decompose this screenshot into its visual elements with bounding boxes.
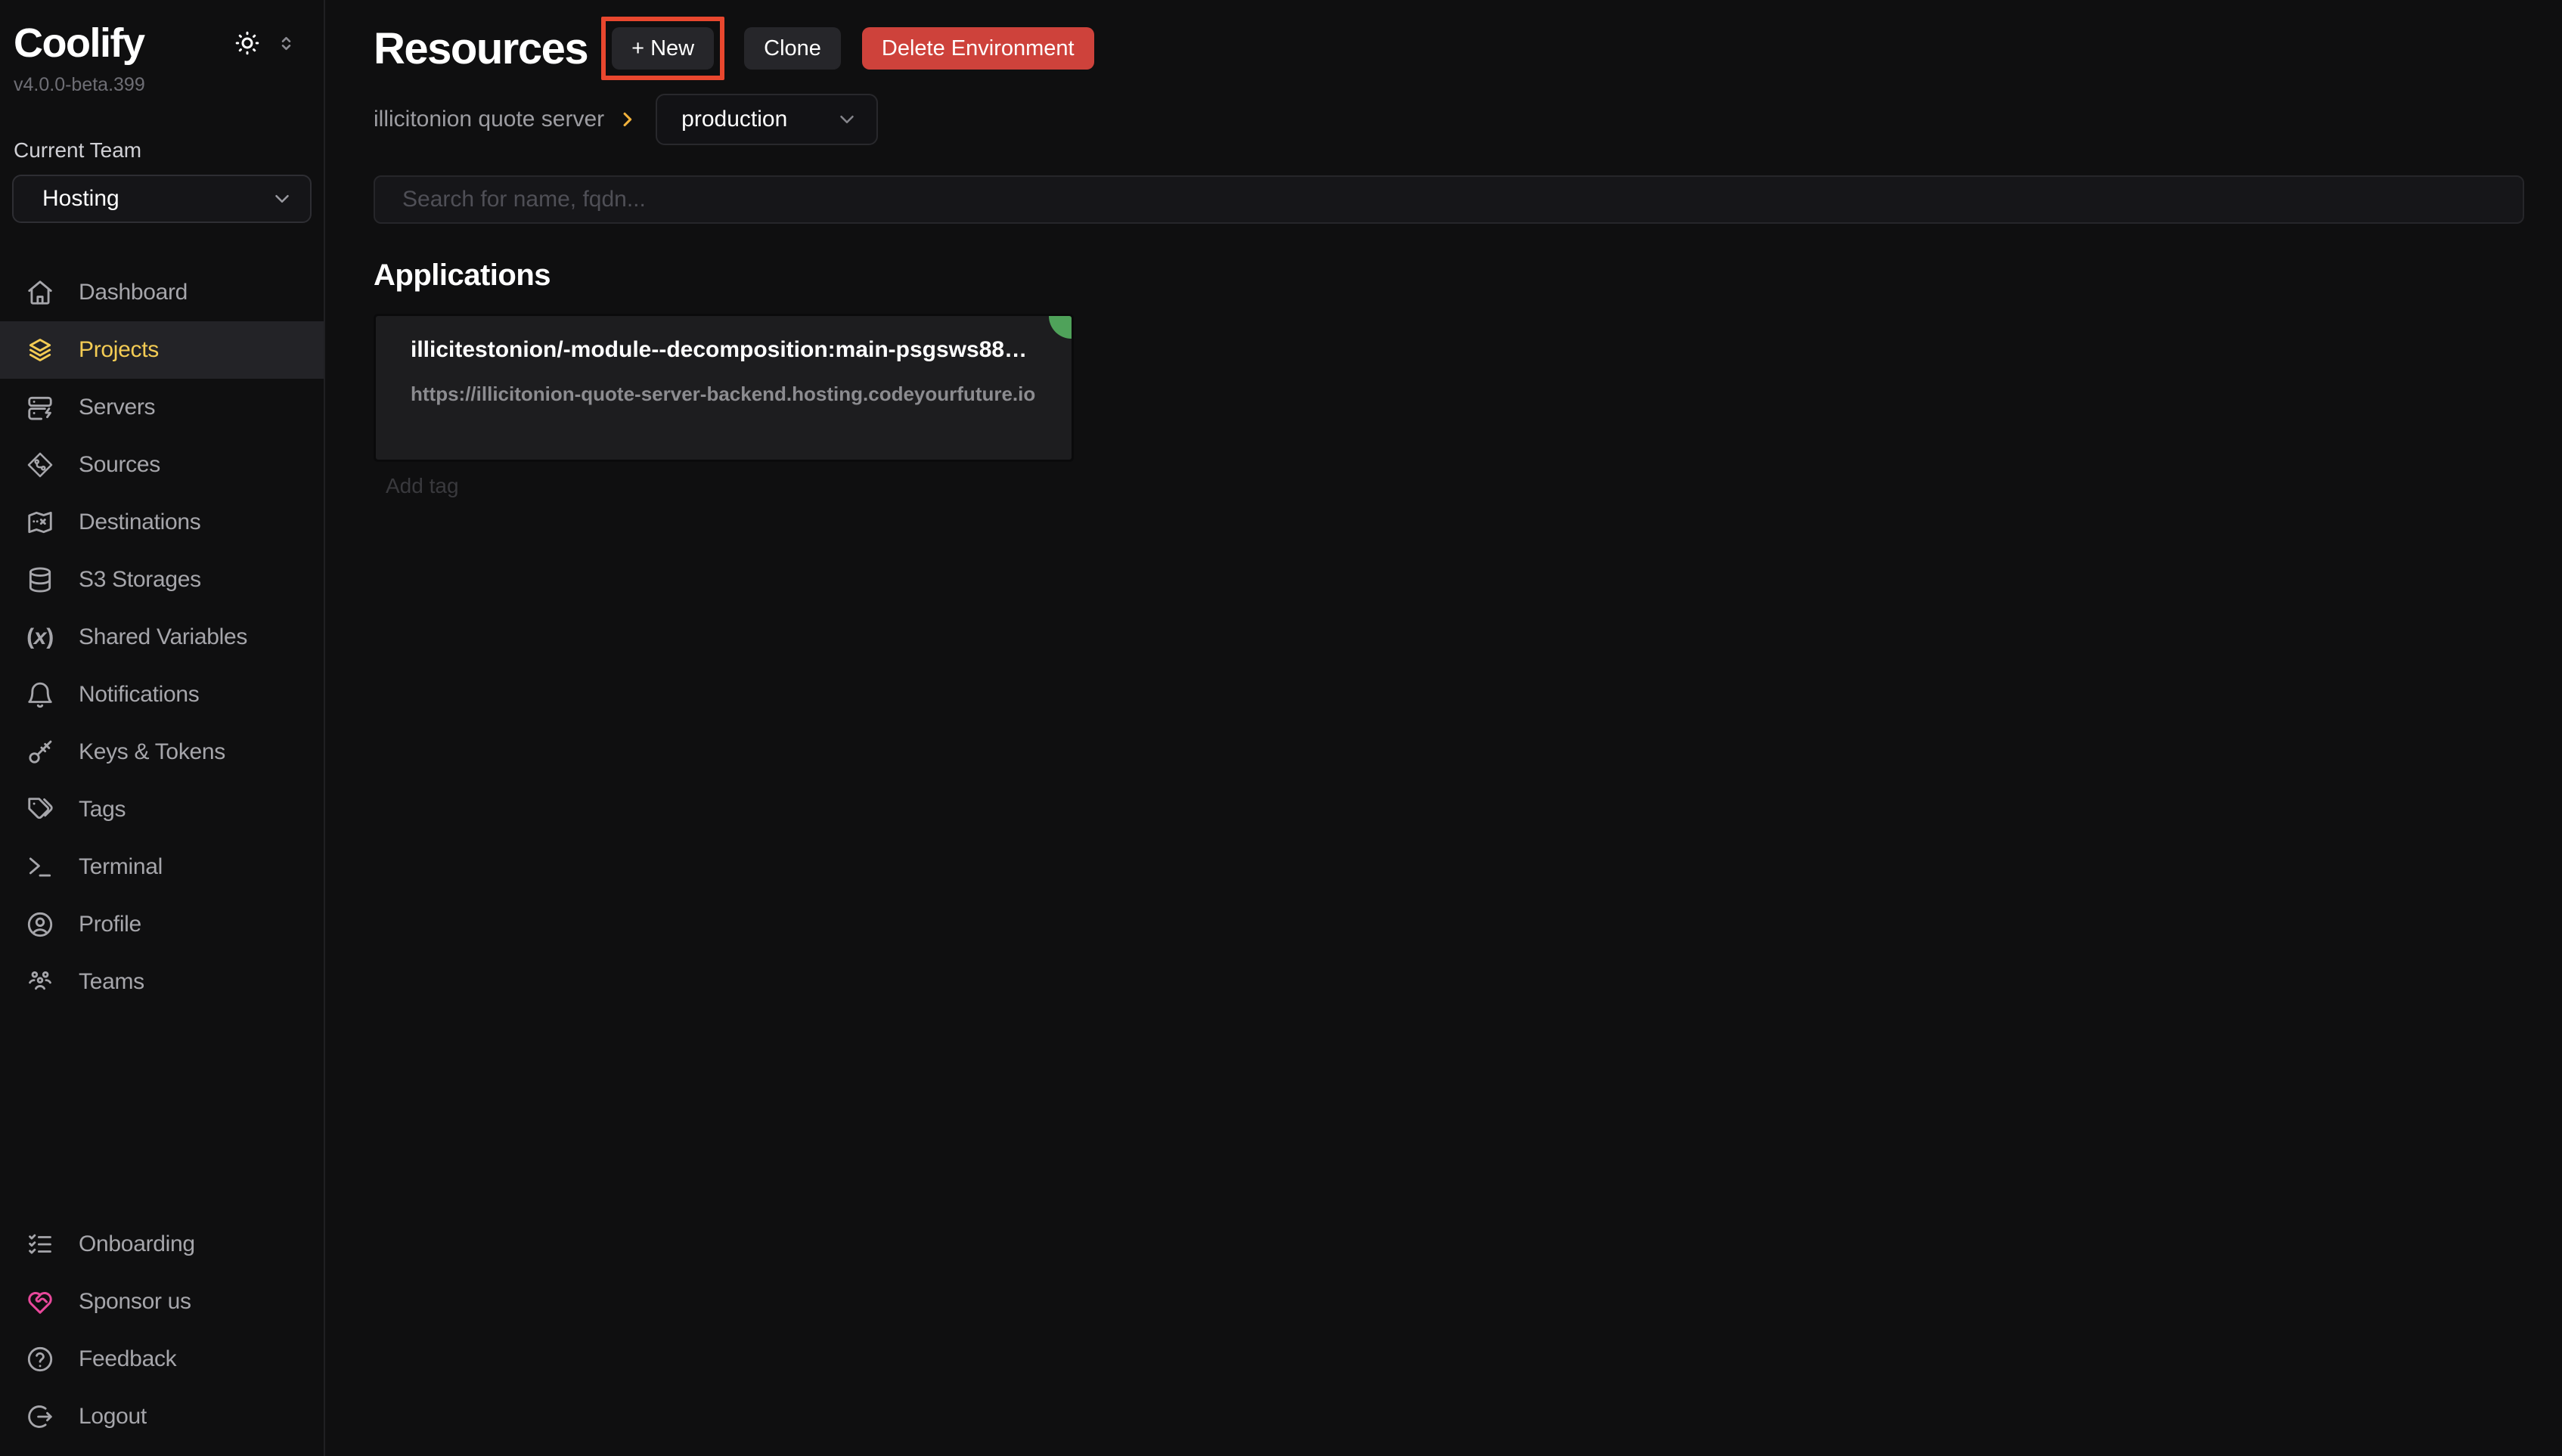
variable-icon: (x) [26,624,54,650]
sidebar-item-keys-tokens[interactable]: Keys & Tokens [0,723,324,781]
chevron-down-icon [836,108,858,131]
application-url: https://illicitonion-quote-server-backen… [411,383,1037,406]
key-icon [26,738,54,767]
sun-icon[interactable] [234,29,261,57]
sidebar-item-profile[interactable]: Profile [0,896,324,953]
sidebar-item-tags[interactable]: Tags [0,781,324,838]
application-name: illicitestonion/-module--decomposition:m… [411,337,1037,363]
sidebar-item-projects[interactable]: Projects [0,321,324,379]
annotation-highlight-box: + New [601,17,724,80]
main-content: Resources + New Clone Delete Environment… [327,0,2562,1456]
app-logo[interactable]: Coolify [14,20,144,67]
applications-section-title: Applications [374,259,2524,293]
sidebar-item-shared-variables[interactable]: (x) Shared Variables [0,609,324,666]
team-select-value: Hosting [42,186,119,212]
terminal-icon [26,853,54,881]
sidebar-item-onboarding[interactable]: Onboarding [0,1216,324,1273]
application-card[interactable]: illicitestonion/-module--decomposition:m… [374,314,1074,462]
bell-icon [26,680,54,709]
sidebar-item-s3-storages[interactable]: S3 Storages [0,551,324,609]
applications-list: illicitestonion/-module--decomposition:m… [374,314,2524,462]
server-icon [26,393,54,422]
git-diamond-icon [26,451,54,479]
sidebar: Coolify v4.0.0-beta.399 Current Team Hos… [0,0,325,1456]
map-icon [26,508,54,537]
checklist-icon [26,1230,54,1259]
sidebar-item-teams[interactable]: Teams [0,953,324,1011]
sidebar-item-feedback[interactable]: Feedback [0,1331,324,1388]
breadcrumb-project-link[interactable]: illicitonion quote server [374,107,604,132]
current-team-label: Current Team [0,96,324,163]
chevron-right-icon [616,109,637,130]
sidebar-item-dashboard[interactable]: Dashboard [0,264,324,321]
home-icon [26,278,54,307]
sidebar-item-terminal[interactable]: Terminal [0,838,324,896]
database-icon [26,565,54,594]
new-button[interactable]: + New [612,27,714,70]
heart-handshake-icon [26,1287,54,1316]
sidebar-item-servers[interactable]: Servers [0,379,324,436]
help-circle-icon [26,1345,54,1374]
sidebar-item-destinations[interactable]: Destinations [0,494,324,551]
user-circle-icon [26,910,54,939]
environment-select[interactable]: production [656,94,878,145]
add-tag-label[interactable]: Add tag [386,474,2524,498]
chevron-down-icon [271,187,293,210]
sidebar-item-sources[interactable]: Sources [0,436,324,494]
sidebar-item-logout[interactable]: Logout [0,1388,324,1445]
sidebar-item-sponsor-us[interactable]: Sponsor us [0,1273,324,1331]
sidebar-nav: Dashboard Projects Servers Sources Desti… [0,264,324,1011]
search-bar [374,175,2524,224]
app-version: v4.0.0-beta.399 [0,67,324,96]
clone-button[interactable]: Clone [744,27,841,70]
search-input[interactable] [374,175,2524,224]
logout-icon [26,1402,54,1431]
page-title: Resources [374,23,588,74]
users-icon [26,968,54,996]
sidebar-footer-nav: Onboarding Sponsor us Feedback Logout [0,1216,324,1445]
sidebar-item-notifications[interactable]: Notifications [0,666,324,723]
updown-chevrons-icon[interactable] [276,33,296,54]
team-select[interactable]: Hosting [12,175,312,223]
delete-environment-button[interactable]: Delete Environment [862,27,1094,70]
status-indicator-corner [1049,316,1072,339]
tag-icon [26,795,54,824]
environment-select-value: production [681,107,787,132]
page-header: Resources + New Clone Delete Environment [374,17,2524,80]
breadcrumb: illicitonion quote server production [374,94,2524,145]
layers-icon [26,336,54,364]
